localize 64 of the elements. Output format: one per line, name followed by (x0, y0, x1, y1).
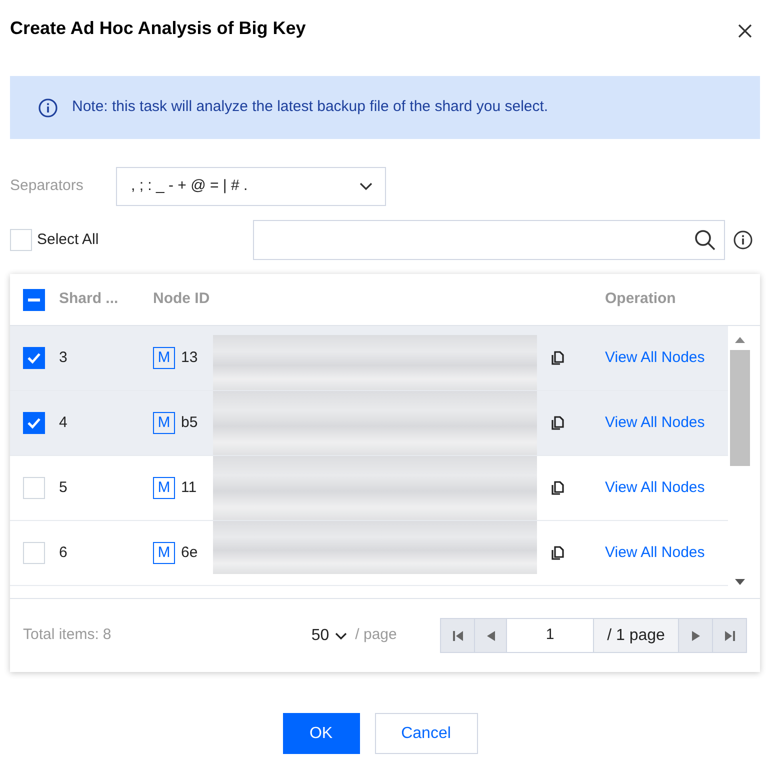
master-badge: M (153, 347, 175, 369)
column-header: Shard ... (59, 289, 120, 310)
scroll-up-icon[interactable] (734, 336, 746, 344)
separators-select[interactable]: , ; : _ - + @ = | # . (116, 167, 386, 206)
page-size-value[interactable]: 50 (311, 624, 330, 648)
cancel-button[interactable]: Cancel (374, 713, 478, 754)
first-page-button[interactable] (441, 619, 475, 652)
checkbox[interactable] (23, 347, 45, 369)
info-icon (38, 98, 58, 118)
view-all-nodes-link[interactable]: View All Nodes (605, 476, 705, 500)
table-row[interactable]: 3 M 13 View All Nodes (10, 326, 728, 391)
master-badge: M (153, 412, 175, 434)
view-all-nodes-link[interactable]: View All Nodes (605, 412, 705, 434)
dialog-title: Create Ad Hoc Analysis of Big Key (10, 16, 306, 40)
shard-cell-text: 6 (59, 542, 68, 563)
per-page-label: / page (355, 625, 398, 646)
info-icon (733, 230, 753, 250)
shard-cell-text: 5 (59, 478, 68, 498)
select-value: , ; : _ - + @ = | # . (131, 176, 248, 196)
previous-page-button[interactable] (475, 619, 507, 652)
first-page-icon (452, 630, 464, 642)
node-id-text: 6e (181, 542, 199, 563)
copy-icon[interactable] (551, 351, 564, 365)
master-badge: M (153, 542, 175, 564)
page-count: / 1 page (594, 619, 679, 652)
last-page-button[interactable] (713, 619, 746, 652)
total-label: Total items: (23, 625, 99, 646)
last-page-icon (724, 630, 736, 642)
table-row[interactable]: 5 M 11 View All Nodes (10, 456, 728, 521)
shard-cell-text: 3 (59, 348, 68, 368)
column-header: Operation (605, 289, 677, 310)
note-text: Note: this task will analyze the latest backup file of the shard you select. (72, 97, 548, 118)
copy-icon[interactable] (551, 481, 564, 495)
total-count: 8 (102, 625, 112, 646)
close-icon[interactable] (738, 24, 752, 38)
view-all-nodes-link[interactable]: View All Nodes (605, 346, 705, 370)
shard-cell-text: 4 (59, 412, 68, 433)
check-icon (27, 352, 41, 364)
table-row[interactable]: 6 M 6e View All Nodes (10, 521, 728, 586)
node-id-text: 13 (181, 348, 199, 368)
view-all-nodes-link[interactable]: View All Nodes (605, 542, 705, 564)
check-icon (27, 417, 41, 429)
column-header: Node ID (153, 289, 211, 310)
chevron-down-icon[interactable] (335, 632, 348, 640)
checkbox[interactable] (23, 288, 45, 310)
copy-icon[interactable] (551, 546, 564, 560)
node-id-text: 11 (181, 478, 198, 498)
chevron-down-icon (359, 182, 373, 191)
search-icon (694, 229, 716, 251)
copy-icon[interactable] (551, 416, 564, 430)
checkbox[interactable] (23, 412, 45, 434)
next-page-button[interactable] (679, 619, 713, 652)
previous-page-icon (486, 630, 496, 642)
master-badge: M (153, 477, 175, 499)
next-page-icon (690, 630, 700, 642)
node-id-text: b5 (181, 412, 199, 433)
scroll-down-icon[interactable] (734, 578, 746, 586)
field-label: Separators (10, 176, 84, 196)
minus-icon (28, 298, 40, 302)
page-size-select[interactable]: 50 (311, 624, 348, 648)
ok-button[interactable]: OK (282, 713, 360, 754)
select-all-label[interactable]: Select All (37, 228, 99, 252)
search-field[interactable] (253, 220, 725, 260)
table-row[interactable]: 4 M b5 View All Nodes (10, 391, 728, 456)
